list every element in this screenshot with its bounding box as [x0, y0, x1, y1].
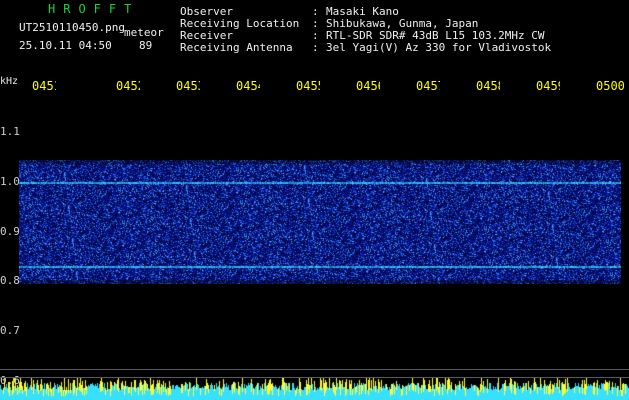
frequency-unit-label: kHz	[0, 76, 19, 87]
image-filename: UT2510110450.png	[19, 21, 125, 34]
time-label: 0454	[236, 79, 260, 93]
frequency-label: 0.9	[0, 225, 20, 238]
info-label-antenna: Receiving Antenna	[180, 41, 293, 54]
frequency-label: 0.7	[0, 324, 20, 337]
meteor-count: 89	[139, 39, 153, 52]
time-label: 0451	[32, 79, 56, 93]
spectrogram-waterfall	[19, 160, 621, 284]
frequency-label: 1.0	[0, 175, 20, 188]
time-label: 0453	[176, 79, 200, 93]
app-title: HROFFT	[48, 2, 140, 16]
frequency-label: 0.8	[0, 274, 20, 287]
time-label: 0457	[416, 79, 440, 93]
time-label: 0458	[476, 79, 500, 93]
time-label: 0455	[296, 79, 320, 93]
info-value-antenna: 3el Yagi(V) Az 330 for Vladivostok	[326, 41, 552, 54]
meteor-label: meteor	[124, 26, 164, 39]
signal-activity-strip	[0, 378, 629, 400]
observation-datetime: 25.10.11 04:50	[19, 39, 112, 52]
baseline-rule	[0, 369, 629, 370]
time-label: 0500	[596, 79, 625, 93]
frequency-label: 1.1	[0, 125, 20, 138]
time-label: 0459	[536, 79, 560, 93]
time-label: 0452	[116, 79, 140, 93]
info-separator: :	[312, 41, 319, 54]
time-label: 0456	[356, 79, 380, 93]
